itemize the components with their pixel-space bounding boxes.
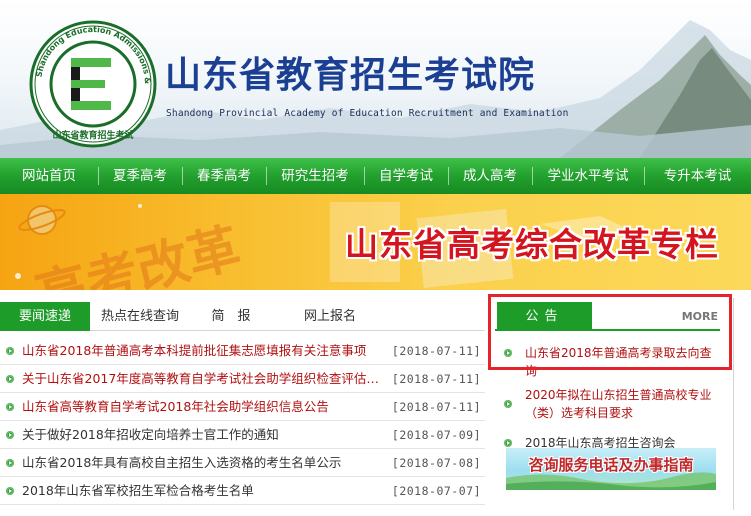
notice-panel: 公告 MORE 山东省2018年普通高考录取去向查询 2020年拟在山东招生普通… bbox=[495, 298, 720, 503]
main-nav: 网站首页 夏季高考 春季高考 研究生招考 自学考试 成人高考 学业水平考试 专升… bbox=[0, 158, 751, 194]
news-panel: 要闻速递 热点在线查询 简 报 网上报名 山东省2018年普通高考本科提前批征集… bbox=[0, 298, 485, 510]
site-header: Shandong Education Admissions & Examinat… bbox=[0, 0, 751, 158]
tab-briefing[interactable]: 简 报 bbox=[196, 302, 266, 331]
bullet-icon bbox=[6, 347, 14, 355]
news-date: [2018-07-08] bbox=[391, 456, 481, 470]
nav-item-home[interactable]: 网站首页 bbox=[0, 158, 98, 194]
news-list: 山东省2018年普通高考本科提前批征集志愿填报有关注意事项 [2018-07-1… bbox=[0, 331, 485, 505]
news-title[interactable]: 山东省高等教育自学考试2018年社会助学组织信息公告 bbox=[22, 393, 382, 421]
news-title[interactable]: 山东省2018年具有高校自主招生入选资格的考生名单公示 bbox=[22, 449, 382, 477]
site-title: 山东省教育招生考试院 bbox=[165, 55, 536, 96]
nav-item-spring-exam[interactable]: 春季高考 bbox=[182, 158, 266, 194]
nav-item-self-study-exam[interactable]: 自学考试 bbox=[364, 158, 448, 194]
site-subtitle: Shandong Provincial Academy of Education… bbox=[166, 108, 569, 119]
notice-text[interactable]: 2020年拟在山东招生普通高校专业（类）选考科目要求 bbox=[495, 386, 715, 422]
bullet-icon bbox=[504, 439, 512, 447]
nav-item-adult-exam[interactable]: 成人高考 bbox=[448, 158, 532, 194]
news-date: [2018-07-09] bbox=[391, 428, 481, 442]
nav-item-upgrade-exam[interactable]: 专升本考试 bbox=[644, 158, 751, 194]
reform-banner[interactable]: 高考改革 山东省高考综合改革专栏 bbox=[0, 194, 751, 290]
news-title[interactable]: 关于山东省2017年度高等教育自学考试社会助学组织检查评估… bbox=[22, 365, 382, 393]
notice-text[interactable]: 山东省2018年普通高考录取去向查询 bbox=[495, 344, 720, 380]
side-divider bbox=[733, 298, 751, 510]
notice-header: 公告 MORE bbox=[495, 298, 720, 331]
news-title[interactable]: 山东省2018年普通高考本科提前批征集志愿填报有关注意事项 bbox=[22, 337, 382, 365]
news-tabs: 要闻速递 热点在线查询 简 报 网上报名 bbox=[0, 298, 485, 331]
tab-notice[interactable]: 公告 bbox=[497, 302, 592, 331]
bullet-icon bbox=[6, 431, 14, 439]
bullet-icon bbox=[504, 400, 512, 408]
nav-item-proficiency-exam[interactable]: 学业水平考试 bbox=[532, 158, 644, 194]
nav-item-summer-exam[interactable]: 夏季高考 bbox=[98, 158, 182, 194]
news-date: [2018-07-11] bbox=[391, 344, 481, 358]
news-title[interactable]: 2018年山东省军校招生军检合格考生名单 bbox=[22, 477, 382, 505]
service-guide-banner[interactable]: 咨询服务电话及办事指南 bbox=[506, 448, 716, 490]
tab-hot-query[interactable]: 热点在线查询 bbox=[92, 302, 188, 331]
tab-online-registration[interactable]: 网上报名 bbox=[290, 302, 370, 331]
list-item[interactable]: 2020年拟在山东招生普通高校专业（类）选考科目要求 bbox=[495, 386, 720, 422]
bullet-icon bbox=[6, 487, 14, 495]
list-item[interactable]: 山东省2018年普通高考本科提前批征集志愿填报有关注意事项 [2018-07-1… bbox=[0, 337, 485, 365]
news-date: [2018-07-07] bbox=[391, 484, 481, 498]
tab-news-express[interactable]: 要闻速递 bbox=[0, 302, 90, 331]
bullet-icon bbox=[6, 403, 14, 411]
banner-title: 山东省高考综合改革专栏 bbox=[345, 225, 719, 264]
news-date: [2018-07-11] bbox=[391, 400, 481, 414]
list-item[interactable]: 山东省高等教育自学考试2018年社会助学组织信息公告 [2018-07-11] bbox=[0, 393, 485, 421]
list-item[interactable]: 关于山东省2017年度高等教育自学考试社会助学组织检查评估… [2018-07-… bbox=[0, 365, 485, 393]
bullet-icon bbox=[504, 349, 512, 357]
banner-deco-text: 高考改革 bbox=[30, 218, 246, 290]
nav-item-graduate-exam[interactable]: 研究生招考 bbox=[266, 158, 364, 194]
list-item[interactable]: 山东省2018年普通高考录取去向查询 bbox=[495, 344, 720, 380]
service-guide-text: 咨询服务电话及办事指南 bbox=[528, 456, 694, 474]
academy-logo[interactable]: Shandong Education Admissions & Examinat… bbox=[29, 20, 157, 148]
news-title[interactable]: 关于做好2018年招收定向培养士官工作的通知 bbox=[22, 421, 382, 449]
list-item[interactable]: 关于做好2018年招收定向培养士官工作的通知 [2018-07-09] bbox=[0, 421, 485, 449]
bullet-icon bbox=[6, 459, 14, 467]
list-item[interactable]: 山东省2018年具有高校自主招生入选资格的考生名单公示 [2018-07-08] bbox=[0, 449, 485, 477]
more-link[interactable]: MORE bbox=[682, 310, 718, 323]
news-date: [2018-07-11] bbox=[391, 372, 481, 386]
list-item[interactable]: 2018年山东省军校招生军检合格考生名单 [2018-07-07] bbox=[0, 477, 485, 505]
bullet-icon bbox=[6, 375, 14, 383]
